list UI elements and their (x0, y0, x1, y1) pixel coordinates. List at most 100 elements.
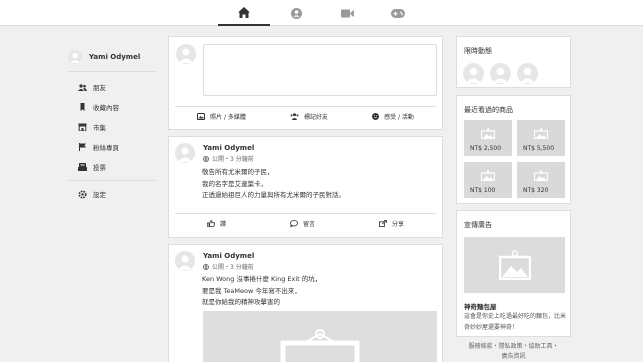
sidebar-item-pages[interactable]: 粉絲專頁 (68, 137, 156, 157)
feeling-activity-button[interactable]: 感受 / 活動 (372, 112, 414, 121)
avatar-icon (179, 48, 193, 63)
story-avatar[interactable] (490, 63, 511, 84)
image-placeholder-icon (280, 329, 360, 362)
store-icon (78, 123, 87, 131)
footer-line[interactable]: 服務條款・隱私政策・協助工具・ (456, 342, 571, 352)
comment-label: 留言 (302, 221, 315, 228)
flag-icon (79, 143, 86, 151)
globe-icon (203, 263, 209, 270)
poll-icon (78, 163, 87, 171)
post-line: Ken Wong 沒事捲什麼 King Exit 的坑， (202, 275, 322, 283)
composer-actions: 照片 / 多媒體 標記好友 感受 / 活動 (175, 106, 436, 126)
tag-friends-label: 標記好友 (303, 114, 328, 121)
smile-icon (372, 113, 380, 120)
post-card: Yami Odymel 公開・3 分鐘前 Ken Wong 沒事捲什麼 King… (168, 244, 443, 362)
post-line: 要是我 TeaMeow 今年寫不出來， (202, 286, 301, 295)
product-price: NT$ 320 (523, 187, 549, 194)
profile-name: Yami Odymel (89, 52, 141, 61)
comment-button[interactable]: 留言 (290, 219, 315, 228)
product-price: NT$ 5,500 (523, 145, 555, 152)
avatar[interactable] (175, 251, 195, 271)
ad-description: 這會是你史上吃過最好吃的麵包，比米奇妙妙屋還要神奇！ (464, 313, 567, 331)
post-timestamp: 公開・3 分鐘前 (203, 154, 254, 163)
image-placeholder-icon (534, 128, 548, 139)
ad-card: 宣傳廣告 神奇麵包屋 這會是你史上吃過最好吃的麵包，比米奇妙妙屋還要神奇！ (456, 210, 571, 337)
post-header: Yami Odymel 公開・3 分鐘前 (175, 251, 254, 271)
like-button[interactable]: 讚 (206, 219, 226, 228)
home-icon (238, 6, 250, 18)
product-item[interactable]: NT$ 320 (517, 162, 565, 198)
product-item[interactable]: NT$ 100 (464, 162, 512, 198)
ad-image[interactable] (464, 237, 565, 293)
stories-title: 限時動態 (464, 47, 492, 55)
post-actions: 讚 留言 分享 (175, 213, 436, 233)
sidebar-item-label: 市集 (93, 124, 106, 132)
sidebar-item-polls[interactable]: 投票 (68, 157, 156, 177)
gamepad-icon (391, 8, 405, 18)
tab-profile[interactable] (270, 0, 322, 26)
post-line: 敬告所有尤米爾的子民， (202, 168, 274, 176)
image-placeholder-icon (481, 170, 495, 181)
image-placeholder-icon (498, 250, 531, 280)
photo-media-button[interactable]: 照片 / 多媒體 (197, 112, 246, 121)
product-price: NT$ 100 (470, 187, 496, 194)
avatar[interactable] (175, 143, 195, 163)
post-header: Yami Odymel 公開・3 分鐘前 (175, 143, 254, 163)
post-author[interactable]: Yami Odymel (203, 252, 254, 260)
product-item[interactable]: NT$ 2,500 (464, 120, 512, 156)
stories-row (463, 63, 538, 84)
tab-home[interactable] (218, 0, 270, 26)
footer-line[interactable]: 廣告資訊 (456, 352, 571, 362)
share-icon (378, 220, 387, 227)
post-content: Ken Wong 沒事捲什麼 King Exit 的坑， 要是我 TeaMeow… (202, 274, 321, 309)
post-line: 我的名字是艾連葉卡， (202, 179, 267, 188)
bookmark-icon (80, 103, 85, 111)
left-sidebar: Yami Odymel 朋友 收藏內容 市集 粉絲專頁 投票 設定 (68, 46, 156, 204)
tag-friends-icon (290, 113, 299, 120)
sidebar-item-label: 投票 (93, 164, 106, 172)
avatar-icon (466, 67, 481, 83)
ad-title[interactable]: 神奇麵包屋 (464, 301, 497, 311)
post-author[interactable]: Yami Odymel (203, 144, 254, 152)
tag-friends-button[interactable]: 標記好友 (290, 112, 328, 121)
user-circle-icon (290, 7, 302, 19)
tab-video[interactable] (321, 0, 373, 26)
image-placeholder-icon (481, 128, 495, 139)
post-image[interactable] (203, 311, 437, 362)
comment-icon (290, 220, 298, 227)
ad-section-title: 宣傳廣告 (464, 221, 492, 229)
sidebar-item-settings[interactable]: 設定 (68, 184, 156, 204)
sidebar-item-label: 收藏內容 (93, 104, 119, 112)
photo-media-label: 照片 / 多媒體 (210, 114, 246, 121)
image-icon (197, 113, 206, 120)
avatar-icon (178, 255, 192, 270)
thumbs-up-icon (206, 220, 215, 227)
video-icon (340, 9, 354, 17)
avatar-icon (493, 67, 508, 83)
tab-gaming[interactable] (372, 0, 424, 26)
gear-icon (78, 189, 87, 199)
post-time-text: 公開・3 分鐘前 (212, 156, 254, 163)
avatar-icon (70, 52, 80, 63)
divider (68, 71, 156, 72)
share-button[interactable]: 分享 (378, 219, 404, 228)
recent-products-card: 最近看過的商品 NT$ 2,500 NT$ 5,500 NT$ 100 NT$ … (456, 95, 571, 204)
product-price: NT$ 2,500 (470, 145, 502, 152)
profile-link[interactable]: Yami Odymel (68, 46, 156, 67)
avatar (176, 44, 196, 64)
sidebar-item-bookmarks[interactable]: 收藏內容 (68, 97, 156, 117)
compose-textarea[interactable] (203, 44, 437, 96)
product-item[interactable]: NT$ 5,500 (517, 120, 565, 156)
share-label: 分享 (391, 221, 404, 228)
friends-icon (78, 83, 87, 91)
story-avatar[interactable] (517, 63, 538, 84)
sidebar-item-friends[interactable]: 朋友 (68, 77, 156, 97)
post-timestamp: 公開・3 分鐘前 (203, 262, 254, 271)
avatar (68, 49, 82, 64)
sidebar-item-label: 朋友 (93, 84, 106, 92)
story-avatar[interactable] (463, 63, 484, 84)
footer-links: 服務條款・隱私政策・協助工具・ 廣告資訊 (456, 342, 571, 362)
stories-card: 限時動態 (456, 36, 571, 88)
sidebar-item-marketplace[interactable]: 市集 (68, 117, 156, 137)
globe-icon (203, 155, 209, 162)
